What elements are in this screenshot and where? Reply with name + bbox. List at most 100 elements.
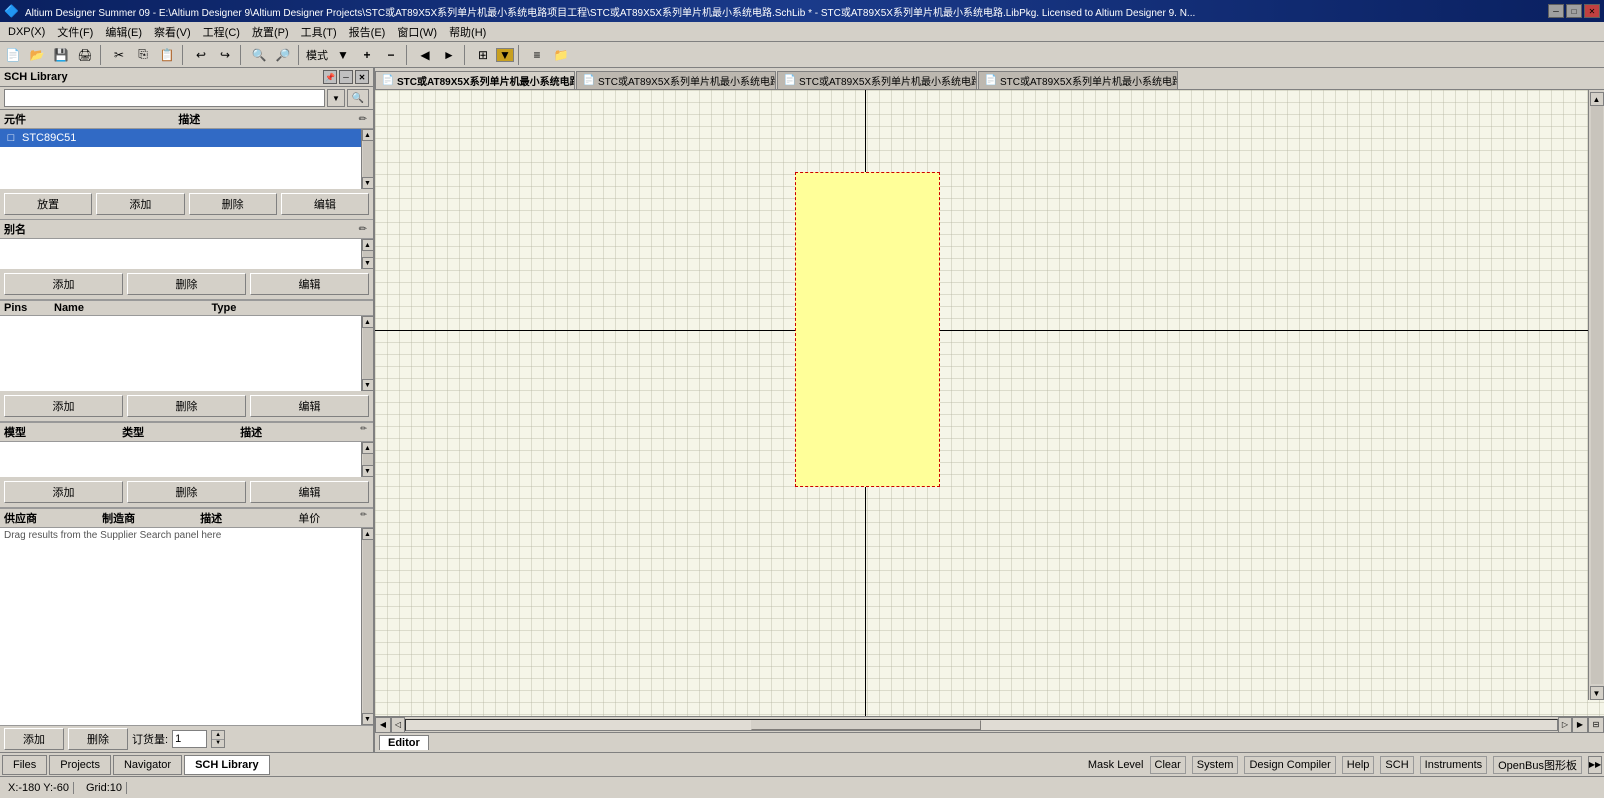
vscroll-up[interactable]: ▲ [362, 129, 374, 141]
edit-model-button[interactable]: 编辑 [250, 481, 369, 503]
pins-vscroll-down[interactable]: ▼ [362, 379, 374, 391]
model-vscroll-down[interactable]: ▼ [362, 465, 374, 477]
search-dropdown[interactable]: ▼ [327, 89, 345, 107]
menu-report[interactable]: 报告(E) [343, 23, 392, 41]
menu-project[interactable]: 工程(C) [197, 23, 246, 41]
add-supplier-button[interactable]: 添加 [4, 728, 64, 750]
toolbar-lines[interactable]: ≡ [526, 44, 548, 66]
model-vscroll-up[interactable]: ▲ [362, 442, 374, 454]
vscroll-canvas-up[interactable]: ▲ [1590, 92, 1604, 106]
toolbar-zoom-out[interactable]: 🔎 [272, 44, 294, 66]
menu-window[interactable]: 窗口(W) [391, 23, 443, 41]
edit-alias-button[interactable]: 编辑 [250, 273, 369, 295]
system-button[interactable]: System [1192, 756, 1239, 774]
supplier-vscroll[interactable]: ▲ ▼ [361, 528, 373, 725]
menu-dxp[interactable]: DXP(X) [2, 25, 51, 39]
menu-tools[interactable]: 工具(T) [295, 23, 343, 41]
menu-view[interactable]: 察看(V) [148, 23, 197, 41]
place-button[interactable]: 放置 [4, 193, 92, 215]
bottom-tab-navigator[interactable]: Navigator [113, 755, 182, 775]
toolbar-zoom-in[interactable]: 🔍 [248, 44, 270, 66]
supplier-vscroll-down[interactable]: ▼ [362, 713, 374, 725]
sch-button[interactable]: SCH [1380, 756, 1413, 774]
tab-pcblib[interactable]: 📄 STC或AT89X5X系列单片机最小系统电路.PcbLib [576, 71, 776, 89]
panel-close-icon[interactable]: ✕ [355, 70, 369, 84]
edit-pin-button[interactable]: 编辑 [250, 395, 369, 417]
clear-button[interactable]: Clear [1150, 756, 1186, 774]
panel-lock-icon[interactable]: 📌 [323, 70, 337, 84]
vscroll-canvas-down[interactable]: ▼ [1590, 686, 1604, 700]
toolbar-open[interactable]: 📂 [26, 44, 48, 66]
panel-minimize-icon[interactable]: ─ [339, 70, 353, 84]
bottom-tab-projects[interactable]: Projects [49, 755, 111, 775]
toolbar-prev[interactable]: ◀ [414, 44, 436, 66]
instruments-button[interactable]: Instruments [1420, 756, 1487, 774]
add-component-button[interactable]: 添加 [96, 193, 184, 215]
bottom-right-expand[interactable]: ▶▶ [1588, 756, 1602, 774]
alias-vscroll-down[interactable]: ▼ [362, 257, 374, 269]
toolbar-grid[interactable]: ⊞ [472, 44, 494, 66]
hscroll-track[interactable] [405, 719, 1558, 731]
hscroll-expand-right[interactable]: ▷ [1558, 717, 1572, 733]
menu-edit[interactable]: 编辑(E) [99, 23, 148, 41]
alias-edit-icon[interactable]: ✏ [357, 224, 369, 235]
component-search-input[interactable] [4, 89, 325, 107]
toolbar-next[interactable]: ► [438, 44, 460, 66]
close-button[interactable]: ✕ [1584, 4, 1600, 18]
design-compiler-button[interactable]: Design Compiler [1244, 756, 1335, 774]
editor-tab[interactable]: Editor [379, 735, 429, 750]
pins-vscroll-up[interactable]: ▲ [362, 316, 374, 328]
tab-pcbdoc[interactable]: 📄 STC或AT89X5X系列单片机最小系统电路.PcbDoc [978, 71, 1178, 89]
delete-alias-button[interactable]: 删除 [127, 273, 246, 295]
help-button[interactable]: Help [1342, 756, 1375, 774]
tab-schlib[interactable]: 📄 STC或AT89X5X系列单片机最小系统电路.SchLib [375, 71, 575, 89]
hscroll-right[interactable]: ▶ [1572, 717, 1588, 733]
hscroll-left[interactable]: ◀ [375, 717, 391, 733]
pins-vscroll[interactable]: ▲ ▼ [361, 316, 373, 391]
alias-vscroll[interactable]: ▲ ▼ [361, 239, 373, 269]
toolbar-paste[interactable]: 📋 [156, 44, 178, 66]
hscroll-corner[interactable]: ⊟ [1588, 717, 1604, 733]
maximize-button[interactable]: □ [1566, 4, 1582, 18]
toolbar-mode-arrow[interactable]: ▼ [332, 44, 354, 66]
bottom-tab-sch-library[interactable]: SCH Library [184, 755, 270, 775]
qty-input[interactable] [172, 730, 207, 748]
hscroll-expand[interactable]: ◁ [391, 717, 405, 733]
supplier-scroll-arrow[interactable]: ✏ [358, 510, 369, 526]
qty-down[interactable]: ▼ [212, 740, 224, 748]
toolbar-undo[interactable]: ↩ [190, 44, 212, 66]
add-model-button[interactable]: 添加 [4, 481, 123, 503]
component-section-edit[interactable]: ✏ [357, 114, 369, 125]
bottom-tab-files[interactable]: Files [2, 755, 47, 775]
delete-pin-button[interactable]: 删除 [127, 395, 246, 417]
menu-help[interactable]: 帮助(H) [443, 23, 492, 41]
alias-vscroll-up[interactable]: ▲ [362, 239, 374, 251]
supplier-vscroll-up[interactable]: ▲ [362, 528, 374, 540]
toolbar-redo[interactable]: ↪ [214, 44, 236, 66]
add-alias-button[interactable]: 添加 [4, 273, 123, 295]
qty-spinner[interactable]: ▲ ▼ [211, 730, 225, 748]
delete-component-button[interactable]: 删除 [189, 193, 277, 215]
toolbar-cut[interactable]: ✂ [108, 44, 130, 66]
toolbar-new[interactable]: 📄 [2, 44, 24, 66]
minimize-button[interactable]: ─ [1548, 4, 1564, 18]
toolbar-print[interactable]: 🖨 [74, 44, 96, 66]
qty-up[interactable]: ▲ [212, 731, 224, 740]
model-vscroll[interactable]: ▲ ▼ [361, 442, 373, 477]
toolbar-minus[interactable]: − [380, 44, 402, 66]
schematic-canvas[interactable] [375, 90, 1604, 716]
canvas-area[interactable]: ▲ ▼ [375, 90, 1604, 716]
toolbar-color[interactable]: ▼ [496, 48, 514, 62]
vscroll-down[interactable]: ▼ [362, 177, 374, 189]
tab-schdoc[interactable]: 📄 STC或AT89X5X系列单片机最小系统电路.SchDoc [777, 71, 977, 89]
delete-model-button[interactable]: 删除 [127, 481, 246, 503]
menu-file[interactable]: 文件(F) [51, 23, 99, 41]
toolbar-plus[interactable]: + [356, 44, 378, 66]
toolbar-copy[interactable]: ⎘ [132, 44, 154, 66]
edit-component-button[interactable]: 编辑 [281, 193, 369, 215]
model-scroll-arrow[interactable]: ✏ [358, 424, 369, 440]
delete-supplier-button[interactable]: 删除 [68, 728, 128, 750]
component-row[interactable]: □ STC89C51 [0, 129, 361, 147]
openbus-button[interactable]: OpenBus图形板 [1493, 756, 1582, 774]
search-button[interactable]: 🔍 [347, 89, 369, 107]
